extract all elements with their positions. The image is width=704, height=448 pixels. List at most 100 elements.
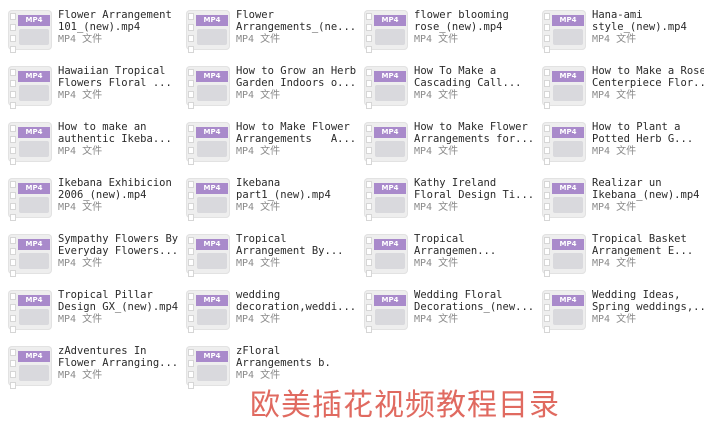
file-name: How to Make a Rose Centerpiece Flor... xyxy=(592,65,704,89)
video-screen-shape xyxy=(197,365,227,381)
file-item[interactable]: MP4 How to make an authentic Ikeba... MP4 … xyxy=(2,116,178,172)
mp4-file-icon: MP4 xyxy=(186,66,230,109)
file-item[interactable]: MP4 How to Make Flower Arrangements for..… xyxy=(358,116,534,172)
film-holes xyxy=(366,125,372,165)
film-holes xyxy=(10,69,16,109)
video-screen-shape xyxy=(19,197,49,213)
film-holes xyxy=(366,293,372,333)
file-type-badge: MP4 xyxy=(18,15,50,26)
film-holes xyxy=(544,181,550,221)
file-type-badge: MP4 xyxy=(18,239,50,250)
file-type-label: MP4 文件 xyxy=(58,258,103,269)
file-type-label: MP4 文件 xyxy=(236,314,281,325)
file-name: Tropical Arrangement By... xyxy=(236,233,344,257)
mp4-file-icon: MP4 xyxy=(542,234,586,277)
file-item[interactable]: MP4 How To Make a Cascading Call... MP4 文件 xyxy=(358,60,534,116)
file-type-badge: MP4 xyxy=(18,71,50,82)
file-type-badge: MP4 xyxy=(374,183,406,194)
file-type-label: MP4 文件 xyxy=(236,34,281,45)
file-name: Realizar un Ikebana_(new).mp4 xyxy=(592,177,700,201)
file-item[interactable]: MP4 zAdventures In Flower Arranging... MP4… xyxy=(2,340,178,396)
file-item[interactable]: MP4 Tropical Pillar Design GX_(new).mp4 MP… xyxy=(2,284,178,340)
file-item[interactable]: MP4 Kathy Ireland Floral Design Ti... MP4 … xyxy=(358,172,534,228)
film-holes xyxy=(544,125,550,165)
file-item[interactable]: MP4 flower blooming rose_(new).mp4 MP4 文件 xyxy=(358,4,534,60)
mp4-file-icon: MP4 xyxy=(8,122,52,165)
file-item[interactable]: MP4 Wedding Floral Decorations_(new... MP4… xyxy=(358,284,534,340)
mp4-file-icon: MP4 xyxy=(364,122,408,165)
file-name: zFloral Arrangements b. xyxy=(236,345,331,369)
film-holes xyxy=(10,181,16,221)
film-holes xyxy=(10,237,16,277)
video-screen-shape xyxy=(19,85,49,101)
file-name: Ikebana part1_(new).mp4 xyxy=(236,177,331,201)
film-holes xyxy=(188,237,194,277)
file-name: Flower Arrangement 101_(new).mp4 xyxy=(58,9,172,33)
file-item[interactable]: MP4 Hawaiian Tropical Flowers Floral ... M… xyxy=(2,60,178,116)
file-type-label: MP4 文件 xyxy=(414,314,459,325)
file-name: How to make an authentic Ikeba... xyxy=(58,121,172,145)
film-holes xyxy=(188,349,194,389)
film-holes xyxy=(544,293,550,333)
file-type-badge: MP4 xyxy=(196,127,228,138)
file-type-badge: MP4 xyxy=(552,127,584,138)
file-type-label: MP4 文件 xyxy=(592,90,637,101)
file-item[interactable]: MP4 Tropical Arrangemen... MP4 文件 xyxy=(358,228,534,284)
file-item[interactable]: MP4 How to Plant a Potted Herb G... MP4 文件 xyxy=(536,116,704,172)
file-type-label: MP4 文件 xyxy=(58,90,103,101)
file-type-label: MP4 文件 xyxy=(414,258,459,269)
film-holes xyxy=(188,69,194,109)
file-name: Kathy Ireland Floral Design Ti... xyxy=(414,177,534,201)
video-screen-shape xyxy=(375,85,405,101)
file-type-badge: MP4 xyxy=(18,183,50,194)
file-type-badge: MP4 xyxy=(196,239,228,250)
mp4-file-icon: MP4 xyxy=(186,290,230,333)
file-type-label: MP4 文件 xyxy=(236,146,281,157)
file-item[interactable]: MP4 Wedding Ideas, Spring weddings,...MP4… xyxy=(536,284,704,340)
film-holes xyxy=(10,293,16,333)
file-name: How To Make a Cascading Call... xyxy=(414,65,522,89)
file-item[interactable]: MP4 How to Make Flower Arrangements A... M… xyxy=(180,116,356,172)
file-type-badge: MP4 xyxy=(374,127,406,138)
file-item[interactable]: MP4 Ikebana part1_(new).mp4 MP4 文件 xyxy=(180,172,356,228)
video-screen-shape xyxy=(553,309,583,325)
mp4-file-icon: MP4 xyxy=(542,290,586,333)
video-screen-shape xyxy=(197,253,227,269)
file-type-badge: MP4 xyxy=(552,295,584,306)
file-name: Hana-ami style_(new).mp4 xyxy=(592,9,687,33)
film-holes xyxy=(366,69,372,109)
file-item[interactable]: MP4 Realizar un Ikebana_(new).mp4 MP4 文件 xyxy=(536,172,704,228)
video-screen-shape xyxy=(197,85,227,101)
file-item[interactable]: MP4 Ikebana Exhibicion 2006_(new).mp4 MP4 … xyxy=(2,172,178,228)
file-item[interactable]: MP4 Tropical Basket Arrangement E... MP4 文… xyxy=(536,228,704,284)
mp4-file-icon: MP4 xyxy=(364,10,408,53)
video-screen-shape xyxy=(19,253,49,269)
file-item[interactable]: MP4 Tropical Arrangement By... MP4 文件 xyxy=(180,228,356,284)
file-item[interactable]: MP4 Flower Arrangements_(ne... MP4 文件 xyxy=(180,4,356,60)
file-type-label: MP4 文件 xyxy=(236,202,281,213)
file-item[interactable]: MP4 How to Make a Rose Centerpiece Flor..… xyxy=(536,60,704,116)
file-type-label: MP4 文件 xyxy=(58,34,103,45)
file-type-label: MP4 文件 xyxy=(58,370,103,381)
mp4-file-icon: MP4 xyxy=(8,10,52,53)
file-type-badge: MP4 xyxy=(552,183,584,194)
file-name: zAdventures In Flower Arranging... xyxy=(58,345,178,369)
file-type-badge: MP4 xyxy=(552,239,584,250)
file-item[interactable]: MP4 Hana-ami style_(new).mp4 MP4 文件 xyxy=(536,4,704,60)
file-type-label: MP4 文件 xyxy=(592,34,637,45)
video-screen-shape xyxy=(19,141,49,157)
video-screen-shape xyxy=(553,253,583,269)
file-type-label: MP4 文件 xyxy=(236,258,281,269)
file-name: flower blooming rose_(new).mp4 xyxy=(414,9,509,33)
file-name: Flower Arrangements_(ne... xyxy=(236,9,356,33)
file-type-label: MP4 文件 xyxy=(236,90,281,101)
video-screen-shape xyxy=(19,309,49,325)
file-item[interactable]: MP4 wedding decoration,weddi... MP4 文件 xyxy=(180,284,356,340)
file-type-label: MP4 文件 xyxy=(236,370,281,381)
file-item[interactable]: MP4 Flower Arrangement 101_(new).mp4 MP4 文… xyxy=(2,4,178,60)
file-item[interactable]: MP4 How to Grow an Herb Garden Indoors o.… xyxy=(180,60,356,116)
film-holes xyxy=(366,237,372,277)
mp4-file-icon: MP4 xyxy=(186,234,230,277)
file-item[interactable]: MP4 Sympathy Flowers By Everyday Flowers.… xyxy=(2,228,178,284)
film-holes xyxy=(188,181,194,221)
